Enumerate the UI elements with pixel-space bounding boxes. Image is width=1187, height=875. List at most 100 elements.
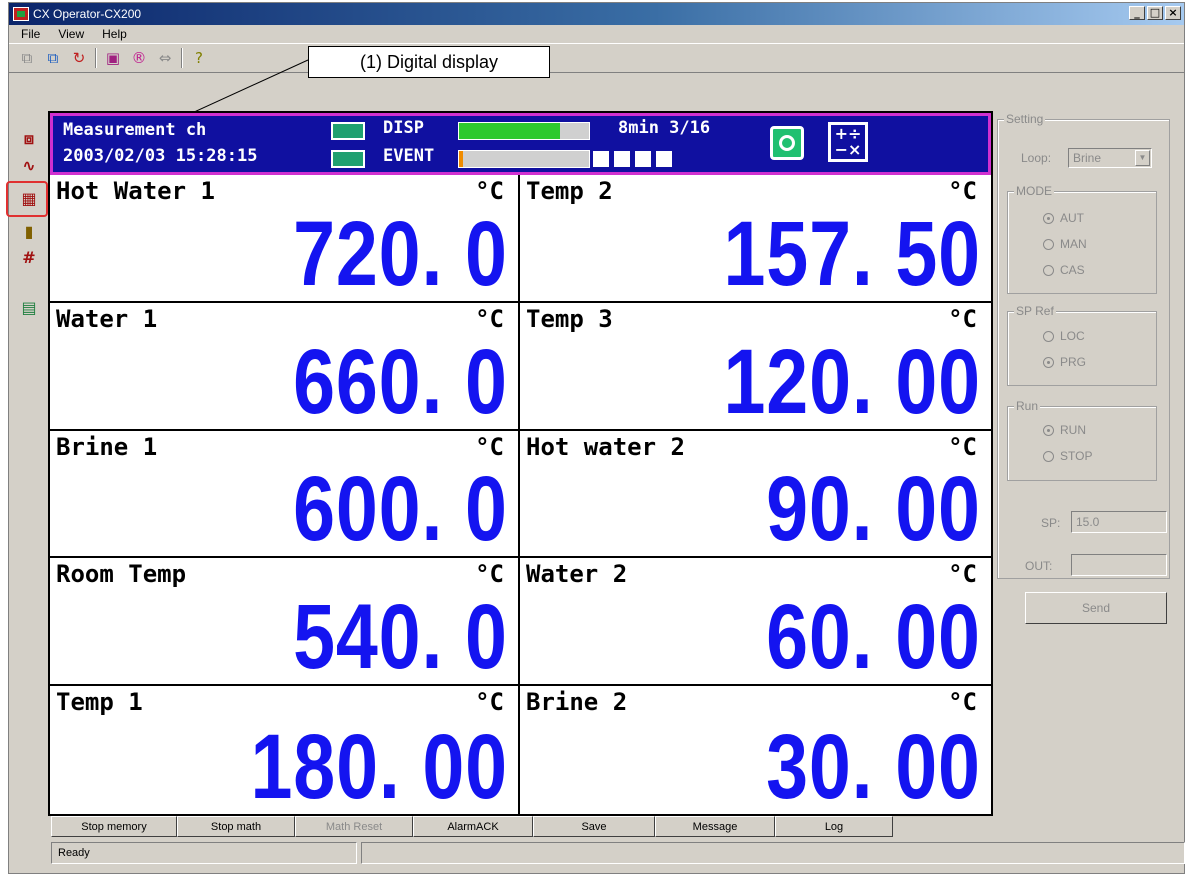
channel-cell: Brine 2 °C 30. 00 [520, 686, 991, 814]
log-button[interactable]: Log [775, 816, 893, 837]
snapshot-icon[interactable] [770, 126, 804, 160]
overview-icon[interactable]: ⧈ [19, 129, 39, 149]
minimize-button[interactable]: _ [1129, 6, 1145, 20]
app-icon[interactable] [13, 7, 29, 21]
menu-help[interactable]: Help [96, 27, 133, 41]
channel-grid: Hot Water 1 °C 720. 0 Temp 2 °C 157. 50 Water … [50, 175, 991, 814]
close-button[interactable]: × [1165, 6, 1181, 20]
channel-cell: Room Temp °C 540. 0 [50, 558, 520, 687]
callout-label: (1) Digital display [308, 46, 550, 78]
display-status-bar: Measurement ch 2003/02/03 15:28:15 DISP … [50, 113, 991, 175]
channel-value: 720. 0 [293, 202, 508, 303]
channel-value: 30. 00 [766, 716, 981, 814]
status-bar: Ready [51, 842, 1185, 866]
sp-field[interactable]: 15.0 [1071, 511, 1167, 533]
loop-label: Loop: [1021, 151, 1052, 165]
channel-unit: °C [948, 432, 977, 461]
channel-unit: °C [475, 177, 504, 205]
display-datetime: 2003/02/03 15:28:15 [63, 146, 258, 166]
menu-view[interactable]: View [52, 27, 90, 41]
status-square [593, 151, 609, 167]
spref-loc-label: LOC [1060, 329, 1085, 343]
math-reset-button[interactable]: Math Reset [295, 816, 413, 837]
mode-man-radio[interactable]: MAN [1043, 237, 1087, 251]
radio-dot [1043, 450, 1054, 462]
disp-progress-bar [458, 122, 590, 140]
sp-label: SP: [1041, 516, 1061, 530]
alarm-ack-button[interactable]: AlarmACK [413, 816, 533, 837]
window-title: CX Operator-CX200 [33, 7, 142, 21]
channel-value: 540. 0 [293, 586, 508, 687]
channel-cell: Water 1 °C 660. 0 [50, 302, 520, 431]
spref-group: SP Ref [1007, 304, 1157, 386]
run-stop-label: STOP [1060, 449, 1093, 463]
status-pane-empty [361, 842, 1185, 864]
mode-aut-label: AUT [1060, 211, 1084, 225]
radio-dot [1043, 212, 1054, 224]
connect-icon[interactable]: ⧉ [43, 48, 63, 68]
run-group: Run [1007, 399, 1157, 481]
radio-dot [1043, 330, 1054, 342]
report-icon[interactable]: ▤ [19, 297, 39, 317]
channel-unit: °C [475, 560, 504, 589]
channel-cell: Temp 1 °C 180. 00 [50, 686, 520, 814]
transfer-icon[interactable]: ⇔ [155, 48, 175, 68]
channel-name: Temp 2 [526, 177, 613, 205]
trend-icon[interactable]: ∿ [19, 155, 39, 175]
refresh-icon[interactable]: ↻ [69, 48, 89, 68]
mode-aut-radio[interactable]: AUT [1043, 211, 1084, 225]
function-buttons: Stop memory Stop math Math Reset AlarmAC… [51, 816, 893, 837]
hash-icon[interactable]: # [19, 247, 39, 267]
chevron-down-icon[interactable]: ▼ [1135, 150, 1150, 166]
run-stop-radio[interactable]: STOP [1043, 449, 1092, 463]
run-run-radio[interactable]: RUN [1043, 423, 1086, 437]
mode-man-label: MAN [1060, 237, 1087, 251]
stop-memory-button[interactable]: Stop memory [51, 816, 177, 837]
spref-loc-radio[interactable]: LOC [1043, 329, 1085, 343]
disp-label: DISP [383, 118, 424, 138]
spref-prg-label: PRG [1060, 355, 1087, 369]
loop-select[interactable]: Brine ▼ [1068, 148, 1152, 168]
channel-name: Temp 1 [56, 688, 143, 717]
status-text: Ready [51, 842, 357, 864]
stop-math-button[interactable]: Stop math [177, 816, 295, 837]
mode-title: MODE [1014, 184, 1054, 198]
mode-cas-radio[interactable]: CAS [1043, 263, 1085, 277]
channel-unit: °C [475, 432, 504, 461]
channel-unit: °C [948, 560, 977, 589]
channel-name: Hot Water 1 [56, 177, 215, 205]
sample-time: 8min 3/16 [618, 118, 711, 138]
maximize-button[interactable]: □ [1147, 6, 1163, 20]
registered-icon[interactable]: ® [129, 48, 149, 68]
message-button[interactable]: Message [655, 816, 775, 837]
channel-value: 90. 00 [766, 458, 981, 559]
channel-value: 60. 00 [766, 586, 981, 687]
menu-file[interactable]: File [15, 27, 46, 41]
help-icon[interactable]: ? [189, 48, 209, 68]
channel-cell: Water 2 °C 60. 00 [520, 558, 991, 687]
channel-unit: °C [948, 688, 977, 717]
digital-display: Measurement ch 2003/02/03 15:28:15 DISP … [48, 111, 993, 816]
channel-unit: °C [948, 304, 977, 333]
save-button[interactable]: Save [533, 816, 655, 837]
channel-cell: Brine 1 °C 600. 0 [50, 430, 520, 559]
memory-icon [331, 122, 365, 140]
channel-cell: Hot water 2 °C 90. 00 [520, 430, 991, 559]
math-icon[interactable]: +÷ −× [828, 122, 868, 162]
setting-title: Setting [1004, 112, 1046, 126]
out-field[interactable] [1071, 554, 1167, 576]
channel-value: 660. 0 [293, 330, 508, 431]
send-button[interactable]: Send [1025, 592, 1167, 624]
bar-graph-icon[interactable]: ▮ [19, 221, 39, 241]
status-square [656, 151, 672, 167]
display-group-name: Measurement ch [63, 120, 207, 140]
toolbar-separator [95, 48, 97, 68]
spref-prg-radio[interactable]: PRG [1043, 355, 1086, 369]
record-icon[interactable]: ▣ [103, 48, 123, 68]
title-bar: CX Operator-CX200 _ □ × [9, 3, 1184, 25]
digital-display-icon[interactable]: ▦ [19, 188, 39, 208]
channel-name: Temp 3 [526, 304, 613, 333]
menu-bar: File View Help [9, 25, 1184, 43]
event-memory-icon [331, 150, 365, 168]
network-icon[interactable]: ⧉ [17, 48, 37, 68]
